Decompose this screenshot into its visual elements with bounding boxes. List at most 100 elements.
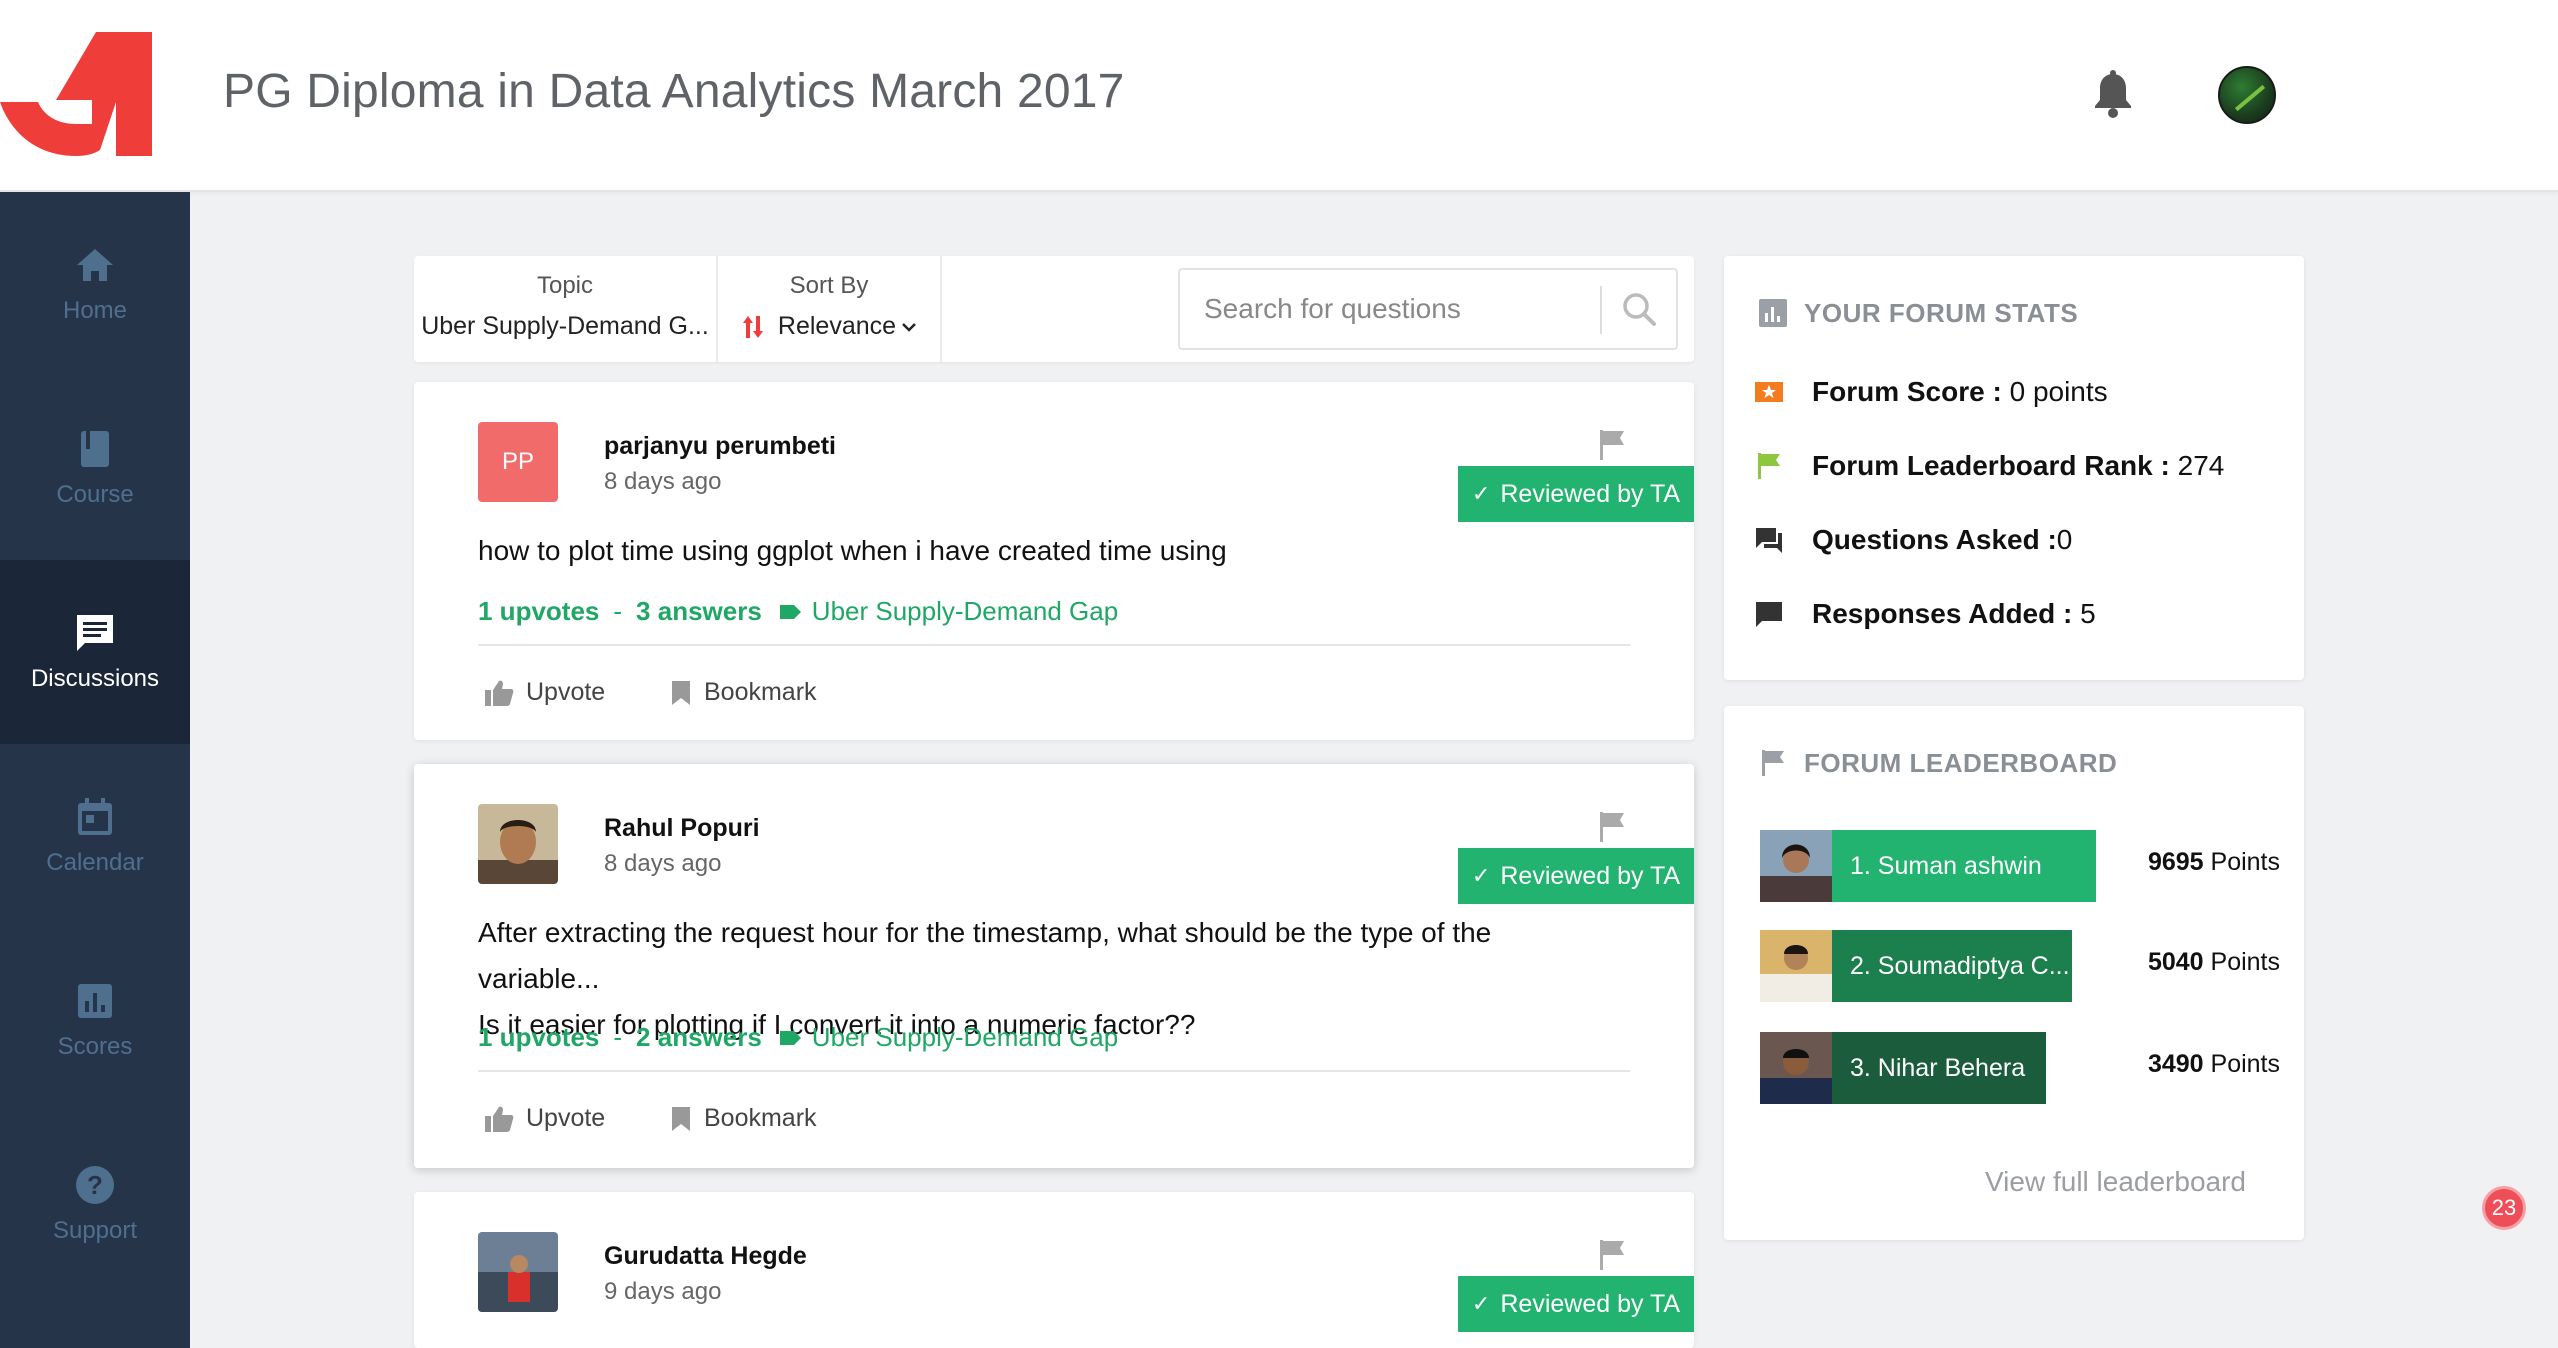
post-divider [478,644,1630,646]
topic-value: Uber Supply-Demand G... [421,312,709,340]
view-full-leaderboard-link[interactable]: View full leaderboard [1985,1166,2246,1198]
bookmark-button[interactable]: Bookmark [670,678,817,707]
post-card[interactable]: Rahul Popuri 8 days ago ✓ Reviewed by TA … [414,764,1694,1168]
stat-responses-added: Responses Added : 5 [1754,594,2096,634]
stat-value: 274 [2177,450,2225,481]
report-flag-icon[interactable] [1598,810,1628,844]
upvote-label: Upvote [526,1104,606,1132]
user-avatar[interactable] [2218,66,2276,124]
stat-value: 0 points [2009,376,2108,407]
leaderboard-entry[interactable]: 1. Suman ashwin 9695 Points [1760,830,2280,902]
sidebar-item-course[interactable]: Course [0,376,190,560]
leaderboard-name: 1. Suman ashwin [1832,830,2096,902]
calendar-icon [78,798,112,835]
topic-tag[interactable]: Uber Supply-Demand Gap [812,1022,1118,1053]
chat-icon [77,615,113,651]
post-meta: 1 upvotes -2 answers Uber Supply-Demand G… [478,1022,1118,1053]
search-divider [1600,286,1602,334]
post-card[interactable]: PP parjanyu perumbeti 8 days ago ✓ Review… [414,382,1694,740]
notification-bell-icon[interactable] [2092,70,2134,118]
sidebar-item-calendar[interactable]: Calendar [0,744,190,928]
stat-label: Questions Asked : [1812,524,2057,555]
upvote-count[interactable]: 1 upvotes [478,596,599,627]
person-photo-icon [1760,1032,1832,1104]
sort-value-wrap: Relevance [718,312,940,341]
leaderboard-name: 2. Soumadiptya C... [1832,930,2072,1002]
leaderboard-avatar [1760,830,1832,902]
leaderboard-entry[interactable]: 2. Soumadiptya C... 5040 Points [1760,930,2280,1002]
flag-icon [1758,453,1780,479]
topic-tag[interactable]: Uber Supply-Demand Gap [812,596,1118,627]
sort-dropdown[interactable]: Sort By Relevance [718,256,942,362]
forum-stats-panel: YOUR FORUM STATS Forum Score : 0 points … [1724,256,2304,680]
stat-questions-asked: Questions Asked :0 [1754,520,2072,560]
leaderboard-points: 5040 Points [2100,948,2280,977]
leaderboard-entry[interactable]: 3. Nihar Behera 3490 Points [1760,1032,2280,1104]
author-avatar: PP [478,422,558,502]
notification-count-badge[interactable]: 23 [2482,1186,2526,1230]
reviewed-text: Reviewed by TA [1500,479,1681,508]
tag-icon [779,604,801,619]
forum-stats-title: YOUR FORUM STATS [1804,298,2079,328]
post-divider [478,1070,1630,1072]
points-unit: Points [2210,848,2280,876]
report-flag-icon[interactable] [1598,428,1628,462]
post-text[interactable]: how to plot time using ggplot when i hav… [478,528,1618,574]
sort-arrows-icon [742,316,763,339]
stat-value: 5 [2080,598,2096,629]
sidebar-item-discussions[interactable]: Discussions [0,560,190,744]
star-badge-icon [1755,382,1783,402]
upvote-button[interactable]: Upvote [484,678,605,707]
author-avatar [478,1232,558,1312]
sidebar-item-label: Home [62,297,128,324]
sidebar-item-label: Calendar [46,849,144,876]
report-flag-icon[interactable] [1598,1238,1628,1272]
post-meta: 1 upvotes -3 answers Uber Supply-Demand G… [478,596,1118,627]
points-value: 3490 [2147,1050,2204,1078]
post-author[interactable]: parjanyu perumbeti [604,432,836,461]
stat-label: Responses Added : [1812,598,2073,629]
post-author[interactable]: Gurudatta Hegde [604,1242,807,1271]
bookmark-icon [672,680,690,705]
points-unit: Points [2210,1050,2280,1078]
upvote-label: Upvote [526,678,606,706]
sidebar-item-support[interactable]: ? Support [0,1112,190,1296]
brand-logo-icon[interactable] [0,32,152,156]
answer-count[interactable]: 2 answers [636,1022,762,1053]
leaderboard-points: 3490 Points [2100,1050,2280,1079]
author-photo-icon [478,804,558,884]
leaderboard-panel: FORUM LEADERBOARD 1. Suman ashwin 9695 P… [1724,706,2304,1240]
bookmark-label: Bookmark [704,1104,817,1132]
page-title: PG Diploma in Data Analytics March 2017 [223,65,1125,118]
points-value: 9695 [2147,848,2204,876]
book-icon [81,431,109,467]
topic-filter[interactable]: Topic Uber Supply-Demand G... [414,256,718,362]
upvote-count[interactable]: 1 upvotes [478,1022,599,1053]
sort-label: Sort By [789,272,869,299]
post-card[interactable]: Gurudatta Hegde 9 days ago ✓ Reviewed by … [414,1192,1694,1348]
sidebar-item-scores[interactable]: Scores [0,928,190,1112]
post-time: 8 days ago [604,468,722,495]
points-unit: Points [2210,948,2280,976]
bookmark-label: Bookmark [704,678,817,706]
thumbs-up-icon [485,1106,514,1132]
answer-count[interactable]: 3 answers [636,596,762,627]
stat-leaderboard-rank: Forum Leaderboard Rank : 274 [1754,446,2224,486]
reviewed-badge: ✓ Reviewed by TA [1458,1276,1694,1332]
search-input[interactable] [1204,270,1604,348]
meta-separator: - [613,1022,623,1052]
stats-chart-icon [1759,299,1787,327]
check-icon: ✓ [1471,863,1491,888]
search-icon[interactable] [1620,290,1660,330]
leaderboard-flag-icon [1762,750,1784,776]
sidebar-item-home[interactable]: Home [0,192,190,376]
person-photo-icon [1760,930,1832,1002]
sidebar-item-label: Support [52,1217,138,1244]
topic-label: Topic [536,272,594,299]
home-icon [77,249,113,281]
sidebar-item-label: Course [56,481,134,508]
bookmark-button[interactable]: Bookmark [670,1104,817,1133]
stat-label: Forum Leaderboard Rank : [1812,450,2170,481]
upvote-button[interactable]: Upvote [484,1104,605,1133]
post-author[interactable]: Rahul Popuri [604,814,760,843]
